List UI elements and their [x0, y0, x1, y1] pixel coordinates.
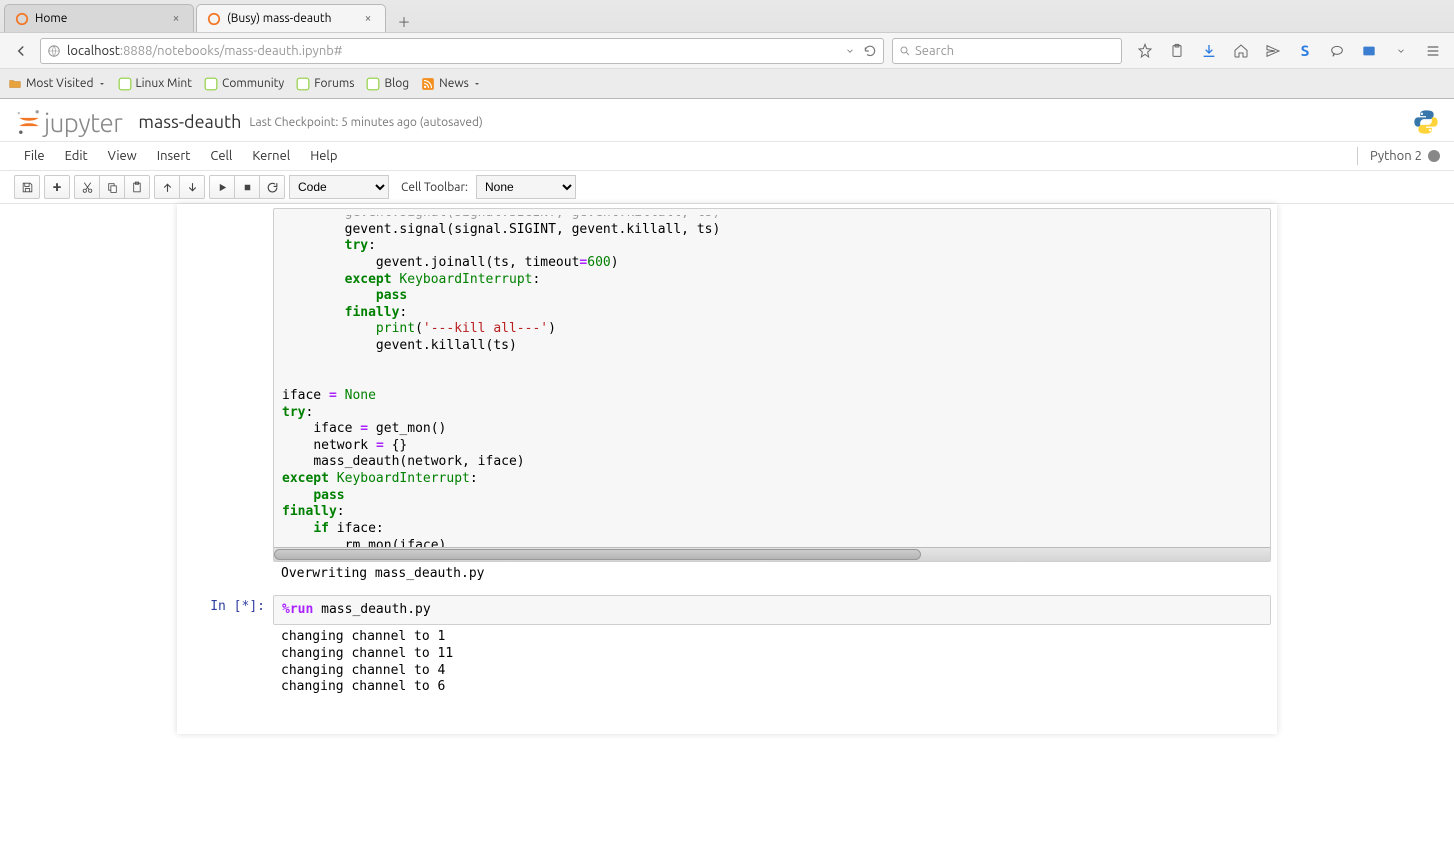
jupyter-page: jupyter mass-deauth Last Checkpoint: 5 m… [0, 99, 1454, 734]
reload-icon[interactable] [863, 44, 877, 58]
code-content: gevent.signal(signal.SIGINT, gevent.kill… [282, 215, 1262, 555]
bookmark-blog[interactable]: Blog [366, 77, 409, 91]
globe-icon [47, 44, 61, 58]
move-up-button[interactable] [154, 175, 180, 199]
browser-toolbar-icons: S [1130, 36, 1448, 66]
bookmark-most-visited[interactable]: Most Visited [8, 77, 106, 91]
kernel-name: Python 2 [1370, 149, 1422, 163]
clipboard-icon[interactable] [1162, 36, 1192, 66]
output-area: changing channel to 1 changing channel t… [273, 625, 1271, 700]
rss-icon [421, 77, 435, 91]
notebook-title[interactable]: mass-deauth [138, 112, 241, 132]
search-placeholder: Search [915, 44, 954, 58]
jupyter-icon [15, 12, 29, 26]
bookmarks-bar: Most Visited Linux Mint Community Forums… [0, 68, 1454, 98]
output-prompt [183, 625, 273, 700]
jupyter-icon [207, 12, 221, 26]
kernel-busy-icon [1428, 150, 1440, 162]
screenshot-icon[interactable] [1354, 36, 1384, 66]
add-cell-button[interactable]: + [44, 175, 70, 199]
cut-button[interactable] [74, 175, 100, 199]
chat-icon[interactable] [1322, 36, 1352, 66]
bookmark-news[interactable]: News [421, 77, 481, 91]
dropdown-icon[interactable] [1386, 36, 1416, 66]
notebook-inner: gevent.signal(signal.SIGINT, gevent.kill… [177, 204, 1277, 734]
chevron-down-icon [473, 80, 481, 88]
tab-title: Home [35, 12, 163, 25]
code-cell[interactable]: gevent.signal(signal.SIGINT, gevent.kill… [177, 204, 1277, 591]
code-cell[interactable]: In [*]: %run mass_deauth.py changing cha… [177, 591, 1277, 704]
restart-button[interactable] [259, 175, 285, 199]
close-icon[interactable]: × [361, 12, 375, 26]
mint-icon [366, 77, 380, 91]
notebook-toolbar: + Code Cell Toolbar: None [0, 171, 1454, 204]
close-icon[interactable]: × [169, 12, 183, 26]
menu-bar: File Edit View Insert Cell Kernel Help P… [0, 141, 1454, 171]
tab-bar: Home × (Busy) mass-deauth × ＋ [0, 0, 1454, 32]
url-bar[interactable]: localhost:8888/notebooks/mass-deauth.ipy… [40, 38, 884, 64]
browser-chrome: Home × (Busy) mass-deauth × ＋ localhost:… [0, 0, 1454, 99]
output-prompt [183, 562, 273, 587]
menu-view[interactable]: View [98, 149, 147, 163]
celltype-select[interactable]: Code [289, 175, 389, 199]
url-text: localhost:8888/notebooks/mass-deauth.ipy… [67, 44, 845, 58]
back-button[interactable] [6, 36, 36, 66]
bookmark-linux-mint[interactable]: Linux Mint [118, 77, 192, 91]
jupyter-logo[interactable]: jupyter [14, 107, 122, 137]
checkpoint-status: Last Checkpoint: 5 minutes ago (autosave… [249, 116, 482, 129]
horizontal-scrollbar[interactable] [274, 547, 1270, 561]
folder-icon [8, 77, 22, 91]
jupyter-header: jupyter mass-deauth Last Checkpoint: 5 m… [0, 99, 1454, 141]
python-logo-icon [1412, 108, 1440, 136]
menu-help[interactable]: Help [300, 149, 347, 163]
url-right-controls [845, 44, 877, 58]
search-bar[interactable]: Search [892, 38, 1122, 64]
browser-tab-home[interactable]: Home × [4, 4, 194, 32]
jupyter-brand-text: jupyter [44, 108, 122, 137]
mint-icon [118, 77, 132, 91]
run-button[interactable] [209, 175, 235, 199]
interrupt-button[interactable] [234, 175, 260, 199]
menu-file[interactable]: File [14, 149, 55, 163]
paste-button[interactable] [124, 175, 150, 199]
save-button[interactable] [14, 175, 40, 199]
jupyter-swirl-icon [14, 107, 44, 137]
new-tab-button[interactable]: ＋ [392, 10, 416, 32]
home-icon[interactable] [1226, 36, 1256, 66]
tab-title: (Busy) mass-deauth [227, 12, 355, 25]
input-prompt: In [*]: [183, 595, 273, 626]
mint-icon [296, 77, 310, 91]
celltoolbar-select[interactable]: None [476, 175, 576, 199]
notebook-container: gevent.signal(signal.SIGINT, gevent.kill… [0, 204, 1454, 734]
nav-bar: localhost:8888/notebooks/mass-deauth.ipy… [0, 32, 1454, 68]
scrollbar-thumb[interactable] [274, 549, 921, 560]
code-input-area[interactable]: %run mass_deauth.py [273, 595, 1271, 626]
browser-tab-notebook[interactable]: (Busy) mass-deauth × [196, 4, 386, 32]
celltoolbar-label: Cell Toolbar: [401, 181, 468, 194]
stylish-icon[interactable]: S [1290, 36, 1320, 66]
chevron-down-icon [98, 80, 106, 88]
kernel-indicator: Python 2 [1357, 147, 1440, 165]
download-icon[interactable] [1194, 36, 1224, 66]
chevron-down-icon[interactable] [845, 46, 855, 56]
copy-button[interactable] [99, 175, 125, 199]
bookmark-forums[interactable]: Forums [296, 77, 354, 91]
bookmark-community[interactable]: Community [204, 77, 284, 91]
code-input-area[interactable]: gevent.signal(signal.SIGINT, gevent.kill… [273, 208, 1271, 562]
search-icon [899, 45, 911, 57]
move-down-button[interactable] [179, 175, 205, 199]
output-area: Overwriting mass_deauth.py [273, 562, 1271, 587]
input-prompt [183, 208, 273, 562]
send-icon[interactable] [1258, 36, 1288, 66]
mint-icon [204, 77, 218, 91]
menu-edit[interactable]: Edit [55, 149, 98, 163]
bookmark-star-icon[interactable] [1130, 36, 1160, 66]
menu-insert[interactable]: Insert [147, 149, 201, 163]
menu-cell[interactable]: Cell [200, 149, 242, 163]
menu-kernel[interactable]: Kernel [242, 149, 300, 163]
menu-icon[interactable] [1418, 36, 1448, 66]
